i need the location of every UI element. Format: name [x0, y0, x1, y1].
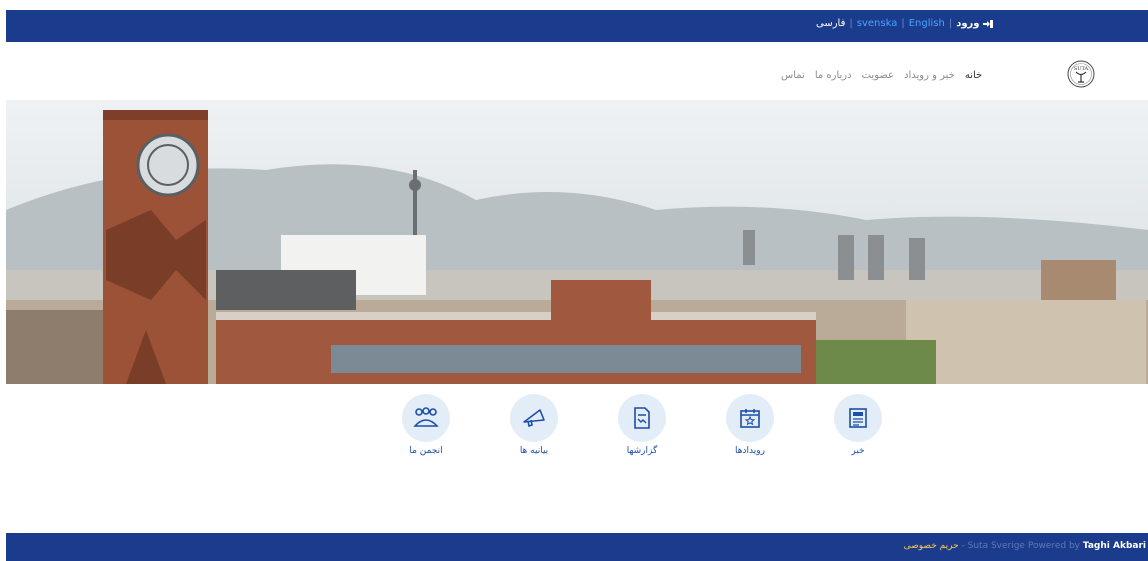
nav-menu: خانه خبر و رویداد عضویت درباره ما تماس — [781, 70, 982, 81]
nav-membership[interactable]: عضویت — [862, 70, 894, 81]
feature-circle — [618, 394, 666, 442]
feature-our-association[interactable]: انجمن ما — [396, 394, 456, 456]
feature-statements[interactable]: بیانیه ها — [504, 394, 564, 456]
feature-circle — [402, 394, 450, 442]
feature-label: بیانیه ها — [519, 446, 549, 456]
feature-circle — [726, 394, 774, 442]
language-farsi[interactable]: فارسی — [816, 18, 845, 29]
logo-text: SUTA — [1074, 66, 1089, 72]
nav-home[interactable]: خانه — [965, 70, 982, 81]
feature-label: گزارشها — [626, 446, 658, 456]
report-icon — [634, 407, 650, 429]
nav-about[interactable]: درباره ما — [815, 70, 852, 81]
footer-text: حریم خصوصی - Suta Sverige Powered by Tag… — [904, 541, 1146, 551]
privacy-link[interactable]: حریم خصوصی — [904, 541, 959, 551]
sign-in-icon — [982, 19, 993, 28]
suta-logo[interactable]: SUTA — [1066, 59, 1096, 89]
feature-reports[interactable]: گزارشها — [612, 394, 672, 456]
footer: حریم خصوصی - Suta Sverige Powered by Tag… — [6, 533, 1148, 561]
nav-contact[interactable]: تماس — [781, 70, 805, 81]
feature-circle — [510, 394, 558, 442]
separator: | — [948, 18, 953, 29]
separator: | — [901, 18, 905, 29]
feature-label: رویدادها — [735, 446, 765, 456]
feature-events[interactable]: رویدادها — [720, 394, 780, 456]
feature-icons: انجمن ما بیانیه ها گزارشها رویدادها خبر — [396, 394, 882, 464]
author-link[interactable]: Taghi Akbari — [1083, 541, 1146, 551]
top-bar-links: فارسی | svenska | English | ورود — [816, 18, 994, 29]
newspaper-icon — [849, 408, 867, 428]
hero-banner — [6, 100, 1148, 384]
group-icon — [413, 407, 439, 427]
campus-skyline-image — [6, 100, 1148, 384]
footer-site: - Suta Sverige Powered by — [961, 541, 1080, 551]
feature-news[interactable]: خبر — [828, 394, 888, 456]
top-bar: فارسی | svenska | English | ورود — [6, 10, 1148, 42]
feature-label: انجمن ما — [409, 446, 443, 456]
main-navbar: خانه خبر و رویداد عضویت درباره ما تماس S… — [6, 42, 1148, 100]
feature-label: خبر — [851, 446, 865, 456]
calendar-star-icon — [740, 409, 760, 428]
language-svenska[interactable]: svenska — [857, 18, 898, 29]
feature-circle — [834, 394, 882, 442]
nav-news-events[interactable]: خبر و رویداد — [904, 70, 955, 81]
language-english[interactable]: English — [909, 18, 945, 29]
separator: | — [849, 18, 853, 29]
megaphone-icon — [523, 409, 545, 428]
login-label: ورود — [956, 18, 980, 29]
login-link[interactable]: ورود — [956, 18, 993, 29]
